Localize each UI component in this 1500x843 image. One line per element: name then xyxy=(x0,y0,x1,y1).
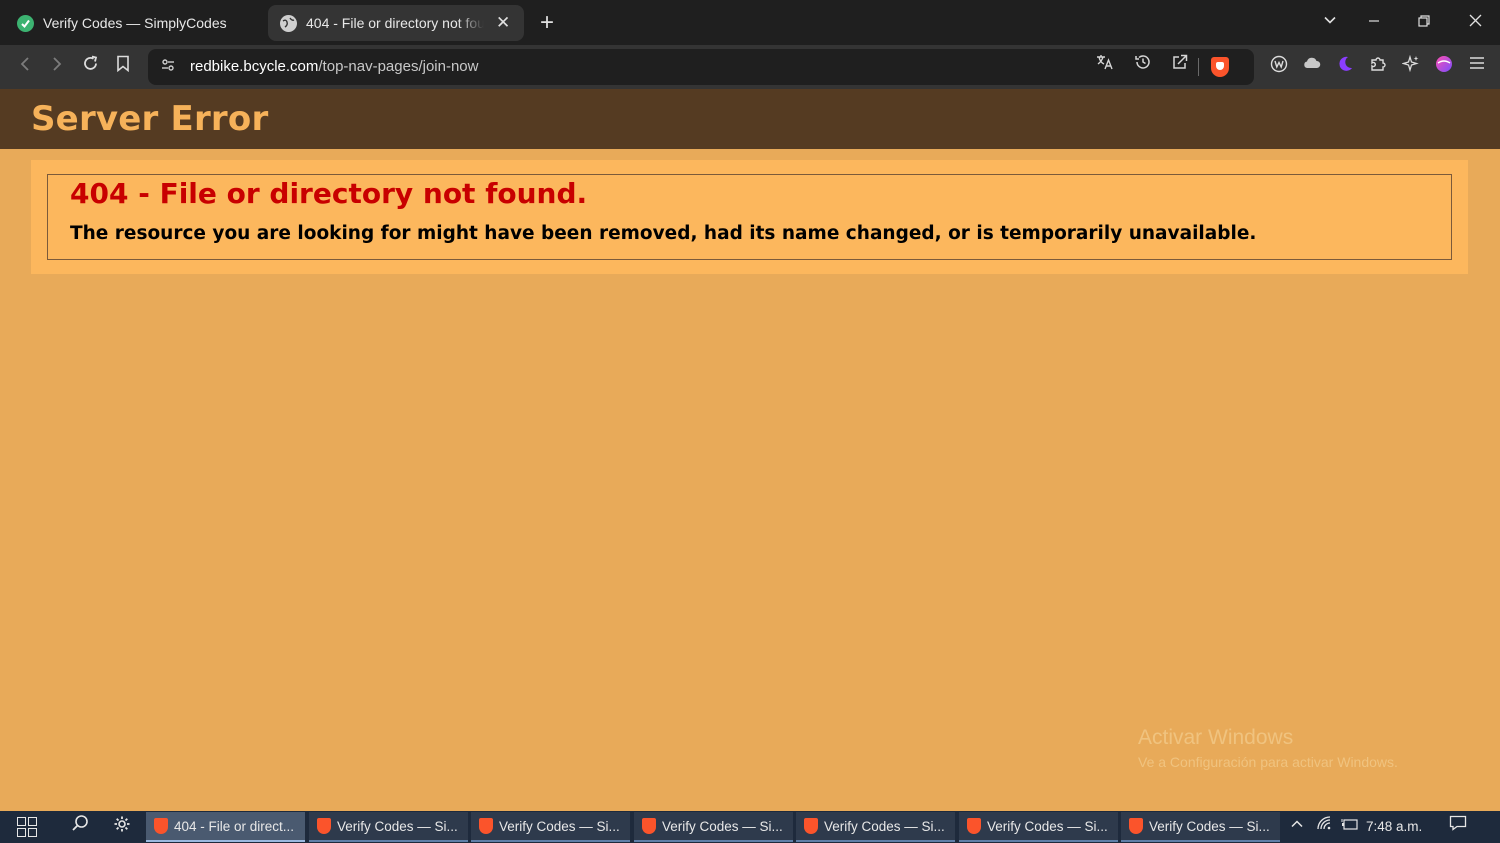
taskbar-window-404[interactable]: 404 - File or direct... xyxy=(146,812,305,842)
page-header: Server Error xyxy=(0,89,1500,149)
reload-icon[interactable] xyxy=(75,52,105,82)
wifi-icon[interactable] xyxy=(1312,815,1336,839)
taskbar-window-verify-codes[interactable]: Verify Codes — Si... xyxy=(1121,812,1280,842)
site-info-icon[interactable] xyxy=(158,57,178,77)
dark-mode-moon-icon[interactable] xyxy=(1333,55,1357,79)
error-message: The resource you are looking for might h… xyxy=(70,223,1257,244)
error-heading: 404 - File or directory not found. xyxy=(70,177,588,210)
gear-icon[interactable] xyxy=(108,814,136,840)
translate-icon[interactable] xyxy=(1091,53,1119,81)
taskbar-window-label: Verify Codes — Si... xyxy=(499,818,620,834)
taskbar-window-verify-codes[interactable]: Verify Codes — Si... xyxy=(959,812,1118,842)
brave-icon xyxy=(642,818,656,834)
taskbar-window-verify-codes[interactable]: Verify Codes — Si... xyxy=(309,812,468,842)
page-title: Server Error xyxy=(31,99,269,139)
taskbar-window-verify-codes[interactable]: Verify Codes — Si... xyxy=(471,812,630,842)
brave-icon xyxy=(154,818,168,834)
close-window-icon[interactable] xyxy=(1460,8,1490,38)
leo-ai-icon[interactable] xyxy=(1399,54,1423,79)
globe-icon xyxy=(280,14,297,32)
extensions-puzzle-icon[interactable] xyxy=(1366,55,1390,79)
tab-search-chevron-icon[interactable] xyxy=(1315,8,1345,38)
address-bar-divider xyxy=(1198,58,1199,76)
back-icon[interactable] xyxy=(10,52,40,82)
url-host: redbike.bcycle.com xyxy=(190,58,319,75)
taskbar-window-label: Verify Codes — Si... xyxy=(662,818,783,834)
taskbar-window-label: Verify Codes — Si... xyxy=(824,818,945,834)
taskbar-window-verify-codes[interactable]: Verify Codes — Si... xyxy=(634,812,793,842)
show-hidden-icons-chevron-icon[interactable] xyxy=(1285,815,1309,839)
brave-icon xyxy=(804,818,818,834)
brave-icon xyxy=(1129,818,1143,834)
tab-verify-codes[interactable]: Verify Codes — SimplyCodes xyxy=(5,5,260,41)
bookmark-icon[interactable] xyxy=(108,52,138,82)
windows-activation-watermark: Activar Windows Ve a Configuración para … xyxy=(1138,726,1398,770)
extension-w-icon[interactable] xyxy=(1267,55,1291,79)
address-bar[interactable]: redbike.bcycle.com/top-nav-pages/join-no… xyxy=(148,49,1254,85)
tab-title: Verify Codes — SimplyCodes xyxy=(43,15,227,31)
minimize-icon[interactable] xyxy=(1359,8,1389,38)
start-grid-icon[interactable] xyxy=(14,815,40,839)
forward-icon[interactable] xyxy=(42,52,72,82)
taskbar-clock[interactable]: 7:48 a.m. xyxy=(1366,811,1422,843)
close-tab-icon[interactable]: ✕ xyxy=(494,13,512,33)
watermark-title: Activar Windows xyxy=(1138,726,1294,749)
browser-tab-strip: Verify Codes — SimplyCodes 404 - File or… xyxy=(0,0,1500,45)
watermark-subtitle: Ve a Configuración para activar Windows. xyxy=(1138,754,1398,770)
new-tab-button[interactable]: + xyxy=(535,9,559,37)
battery-icon[interactable] xyxy=(1338,815,1362,839)
url-text[interactable]: redbike.bcycle.com/top-nav-pages/join-no… xyxy=(190,49,478,85)
restore-icon[interactable] xyxy=(1409,8,1439,38)
url-path: /top-nav-pages/join-now xyxy=(318,58,479,75)
profile-avatar-icon[interactable] xyxy=(1432,55,1456,79)
taskbar-window-label: 404 - File or direct... xyxy=(174,818,295,834)
taskbar-window-label: Verify Codes — Si... xyxy=(337,818,458,834)
brave-shields-icon[interactable] xyxy=(1211,57,1229,77)
error-content: 404 - File or directory not found. The r… xyxy=(31,160,1468,274)
search-icon[interactable] xyxy=(66,814,94,840)
main-menu-icon[interactable] xyxy=(1465,55,1489,79)
extension-cloud-icon[interactable] xyxy=(1300,55,1324,79)
taskbar-window-label: Verify Codes — Si... xyxy=(987,818,1108,834)
share-icon[interactable] xyxy=(1166,53,1194,81)
notifications-icon[interactable] xyxy=(1446,815,1470,839)
taskbar-window-verify-codes[interactable]: Verify Codes — Si... xyxy=(796,812,955,842)
tab-title: 404 - File or directory not found. xyxy=(306,15,485,31)
taskbar-window-label: Verify Codes — Si... xyxy=(1149,818,1270,834)
brave-icon xyxy=(317,818,331,834)
simplycodes-icon xyxy=(17,14,34,32)
brave-icon xyxy=(479,818,493,834)
error-fieldset: 404 - File or directory not found. The r… xyxy=(47,174,1452,260)
brave-icon xyxy=(967,818,981,834)
tab-404-error[interactable]: 404 - File or directory not found. ✕ xyxy=(268,5,524,41)
browser-toolbar: redbike.bcycle.com/top-nav-pages/join-no… xyxy=(0,45,1500,89)
windows-taskbar: 404 - File or direct... Verify Codes — S… xyxy=(0,811,1500,843)
history-icon[interactable] xyxy=(1129,53,1157,81)
